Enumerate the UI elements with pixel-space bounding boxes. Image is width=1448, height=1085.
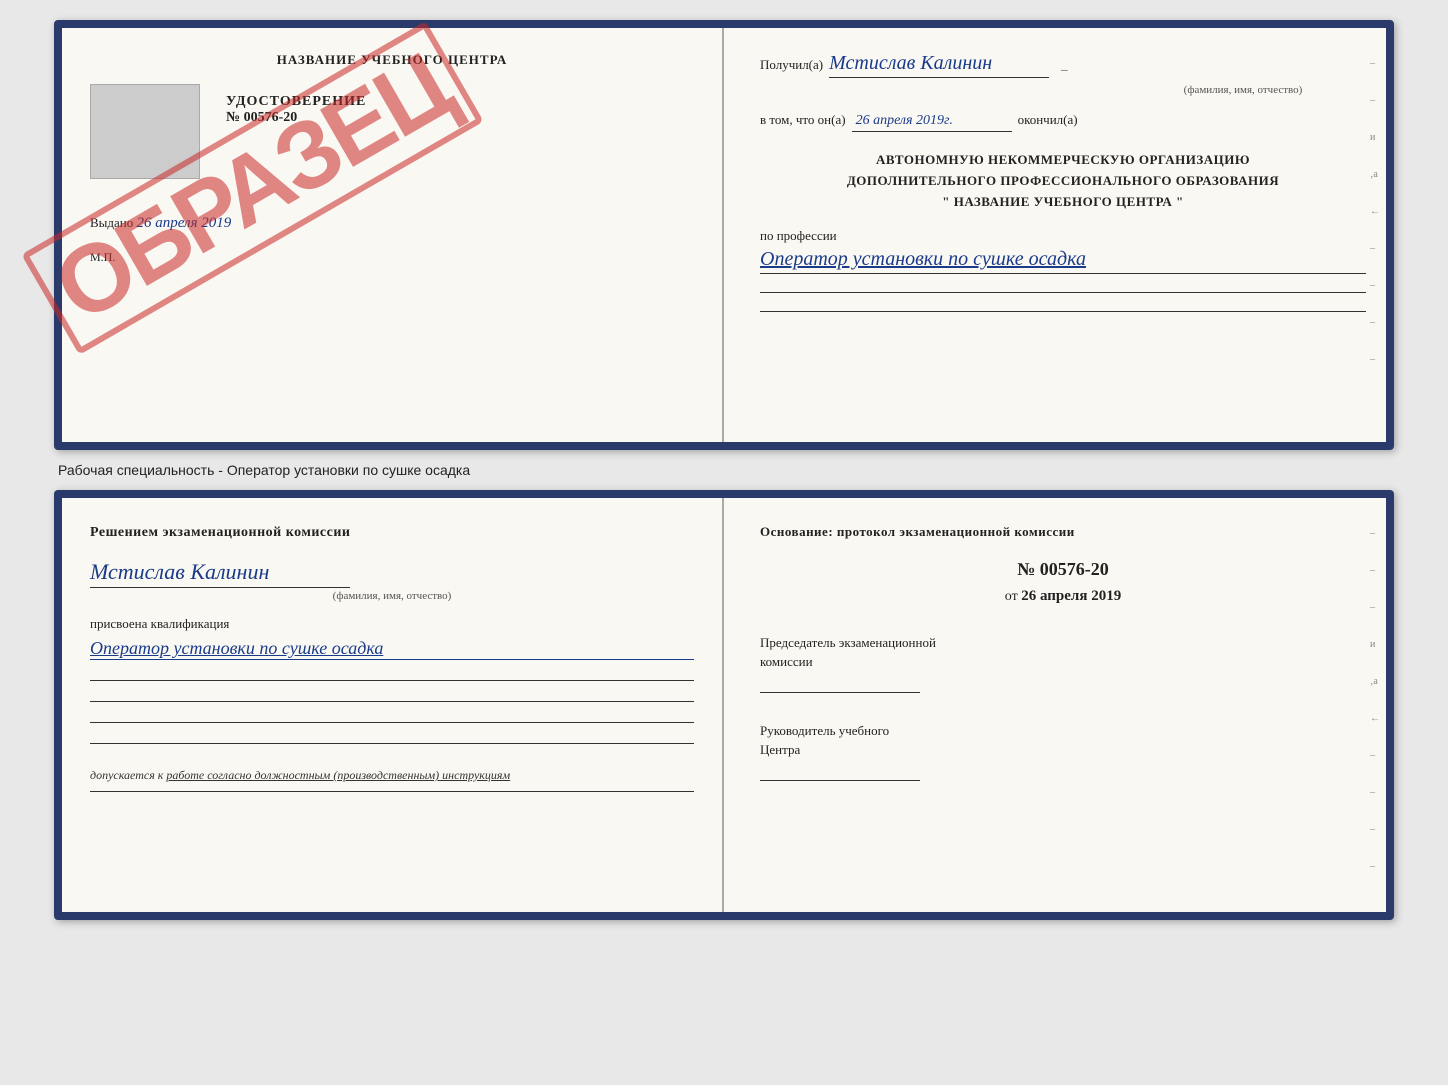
side-ticks: – – и ‚а ← – – – –: [1370, 58, 1380, 365]
predsedatel-label2: комиссии: [760, 652, 1366, 672]
specialty-label: Рабочая специальность - Оператор установ…: [58, 462, 470, 478]
left-page-top: НАЗВАНИЕ УЧЕБНОГО ЦЕНТРА УДОСТОВЕРЕНИЕ №…: [62, 28, 724, 442]
poprofessii-label: по профессии: [760, 228, 1366, 244]
vtom-date: 26 апреля 2019г.: [852, 113, 1012, 132]
dopuskaetsya-prefix: допускается к: [90, 768, 163, 782]
udostoverenie-label: УДОСТОВЕРЕНИЕ: [226, 94, 366, 110]
poluchil-label: Получил(а): [760, 57, 823, 73]
right-page-bottom: Основание: протокол экзаменационной коми…: [724, 498, 1386, 912]
org-line3: " НАЗВАНИЕ УЧЕБНОГО ЦЕНТРА ": [760, 192, 1366, 213]
protocol-date: от 26 апреля 2019: [760, 588, 1366, 605]
vydano-label: Выдано: [90, 215, 133, 230]
right-page-top: Получил(а) Мстислав Калинин _ (фамилия, …: [724, 28, 1386, 442]
rukovoditel-label1: Руководитель учебного: [760, 721, 1366, 741]
protocol-number: № 00576-20: [760, 559, 1366, 580]
decision-header: Решением экзаменационной комиссии: [90, 522, 694, 543]
org-line1: АВТОНОМНУЮ НЕКОММЕРЧЕСКУЮ ОРГАНИЗАЦИЮ: [760, 150, 1366, 171]
dopuskaetsya-text: работе согласно должностным (производств…: [166, 768, 510, 782]
side-ticks-2: – – – и ‚а ← – – – –: [1370, 528, 1380, 872]
training-center-title: НАЗВАНИЕ УЧЕБНОГО ЦЕНТРА: [90, 52, 694, 68]
rukovoditel-label2: Центра: [760, 740, 1366, 760]
stamp-text: ОБРАЗЕЦ: [21, 21, 483, 355]
qualification-handwritten: Оператор установки по сушке осадка: [90, 638, 694, 660]
recipient-name: Мстислав Калинин: [829, 52, 1049, 78]
date-prefix: от: [1005, 589, 1018, 604]
name-handwritten2: Мстислав Калинин: [90, 559, 350, 588]
profession-handwritten: Оператор установки по сушке осадка: [760, 248, 1366, 274]
org-block: АВТОНОМНУЮ НЕКОММЕРЧЕСКУЮ ОРГАНИЗАЦИЮ ДО…: [760, 150, 1366, 212]
okonchil-label: окончил(а): [1018, 112, 1078, 128]
right-lines: [760, 292, 1366, 312]
fio-hint2: (фамилия, имя, отчество): [90, 590, 694, 602]
org-line2: ДОПОЛНИТЕЛЬНОГО ПРОФЕССИОНАЛЬНОГО ОБРАЗО…: [760, 171, 1366, 192]
predsedatel-block: Председатель экзаменационной комиссии: [760, 633, 1366, 693]
protocol-date-value: 26 апреля 2019: [1021, 588, 1121, 604]
vydano-block: Выдано 26 апреля 2019: [90, 215, 694, 232]
photo-placeholder: [90, 84, 200, 179]
blank-lines2: [90, 680, 694, 744]
predsedatel-sig-line: [760, 692, 920, 693]
rukovoditel-block: Руководитель учебного Центра: [760, 721, 1366, 781]
vtom-prefix: в том, что он(а): [760, 112, 846, 128]
dopuskaetsya-block: допускается к работе согласно должностны…: [90, 768, 694, 783]
poluchil-line: Получил(а) Мстислав Калинин _: [760, 52, 1366, 78]
rukovoditel-sig-line: [760, 780, 920, 781]
predsedatel-label1: Председатель экзаменационной: [760, 633, 1366, 653]
osnovanie-header: Основание: протокол экзаменационной коми…: [760, 522, 1366, 543]
left-page-bottom: Решением экзаменационной комиссии Мстисл…: [62, 498, 724, 912]
certificate-book-top: НАЗВАНИЕ УЧЕБНОГО ЦЕНТРА УДОСТОВЕРЕНИЕ №…: [54, 20, 1394, 450]
mp-label: М.П.: [90, 250, 694, 265]
prisvoena-label: присвоена квалификация: [90, 616, 694, 632]
vtom-line: в том, что он(а) 26 апреля 2019г. окончи…: [760, 112, 1366, 132]
certificate-book-bottom: Решением экзаменационной комиссии Мстисл…: [54, 490, 1394, 920]
vydano-date: 26 апреля 2019: [137, 215, 232, 231]
certificate-number: № 00576-20: [226, 110, 297, 126]
